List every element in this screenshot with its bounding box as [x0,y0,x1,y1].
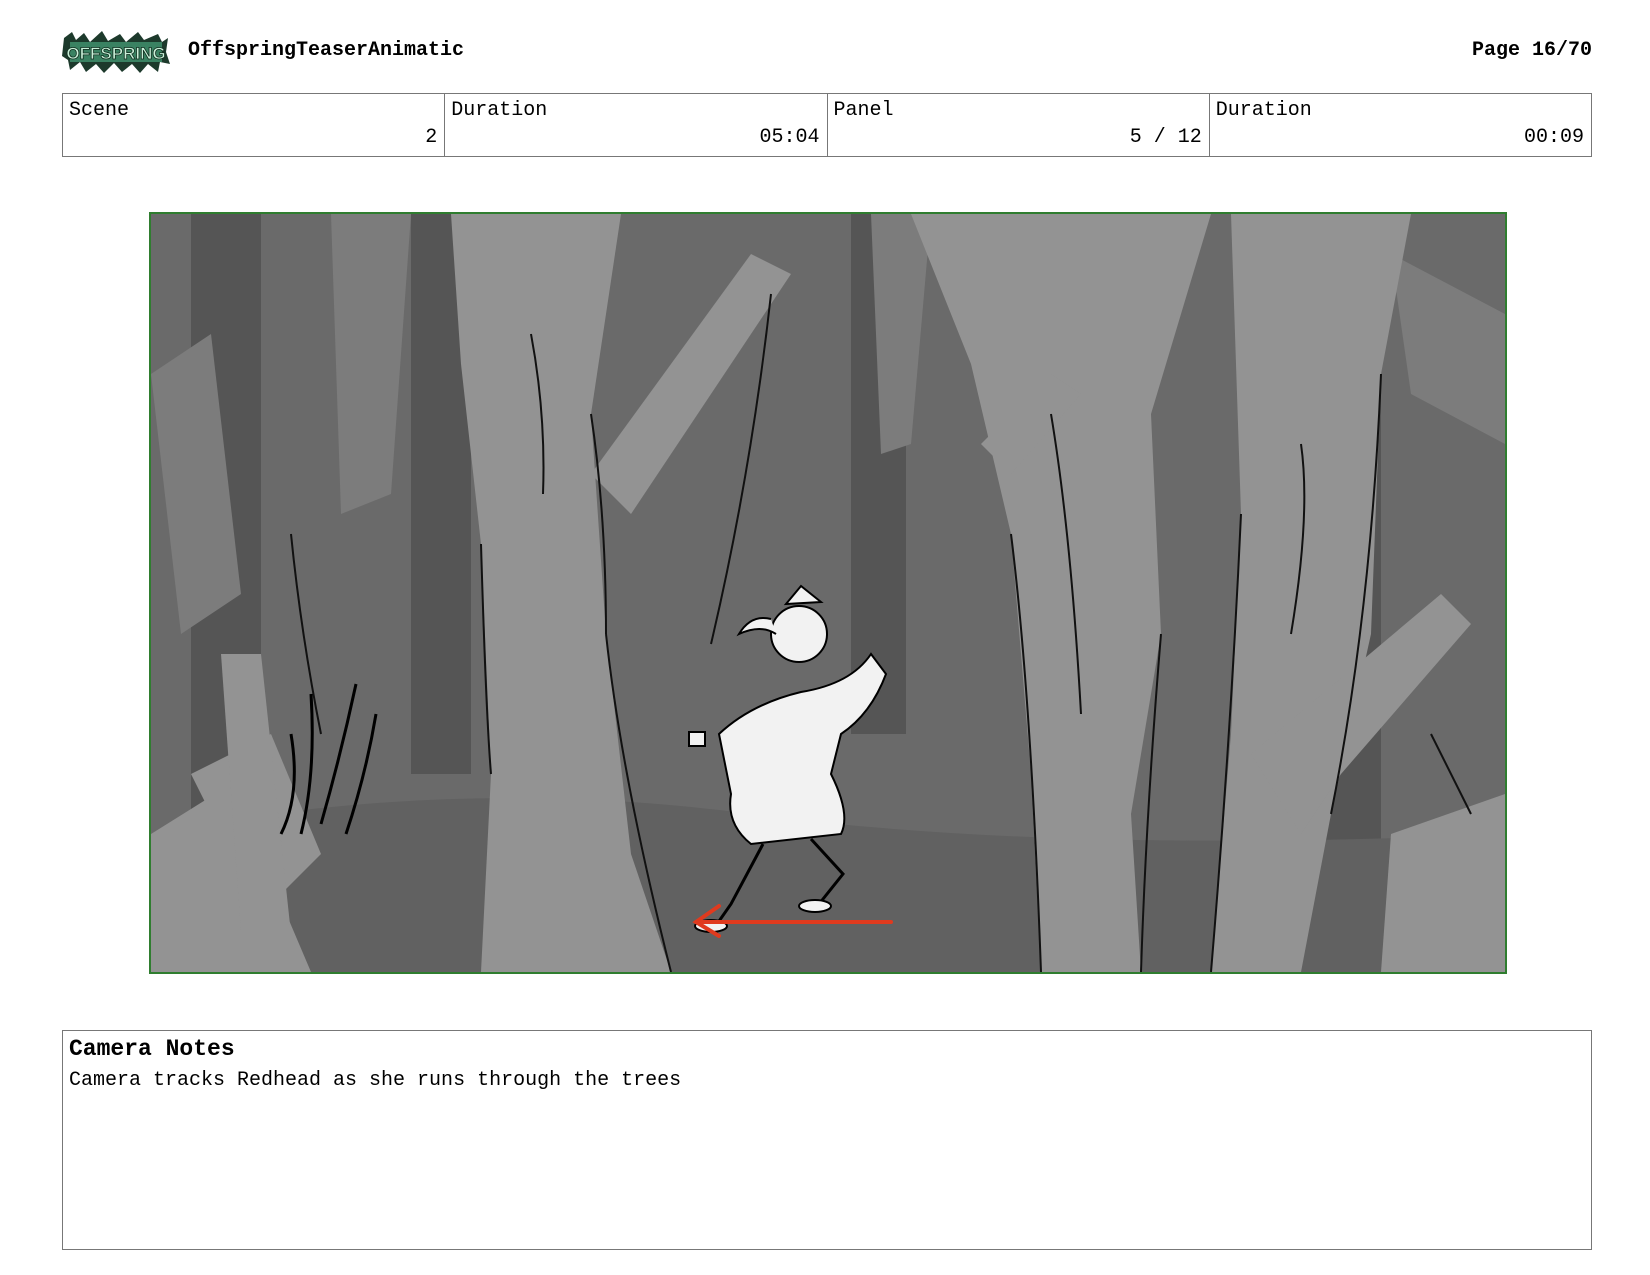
camera-notes-box: Camera Notes Camera tracks Redhead as sh… [62,1030,1592,1250]
offspring-logo: OFFSPRING [62,31,170,73]
panel-duration-value: 00:09 [1523,126,1584,149]
project-title: OffspringTeaserAnimatic [188,39,465,62]
panel-cell: Panel 5 / 12 [828,94,1210,156]
scene-value: 2 [425,126,438,149]
panel-value: 5 / 12 [1129,126,1202,149]
scene-cell: Scene 2 [63,94,446,156]
svg-text:OFFSPRING: OFFSPRING [66,44,165,63]
camera-notes-title: Camera Notes [69,1036,235,1062]
scene-duration-cell: Duration 05:04 [445,94,828,156]
panel-duration-label: Duration [1215,99,1312,122]
panel-duration-cell: Duration 00:09 [1210,94,1591,156]
scene-label: Scene [69,99,130,122]
scene-duration-value: 05:04 [759,126,820,149]
page-number: Page 16/70 [1471,39,1592,62]
scene-info-table: Scene 2 Duration 05:04 Panel 5 / 12 Dura… [62,93,1592,157]
storyboard-panel-image [149,212,1507,974]
page-header: OFFSPRING OffspringTeaserAnimatic Page 1… [62,28,1592,74]
camera-notes-text: Camera tracks Redhead as she runs throug… [69,1069,682,1092]
scene-duration-label: Duration [451,99,548,122]
storyboard-sketch-icon [151,214,1505,972]
panel-label: Panel [833,99,894,122]
